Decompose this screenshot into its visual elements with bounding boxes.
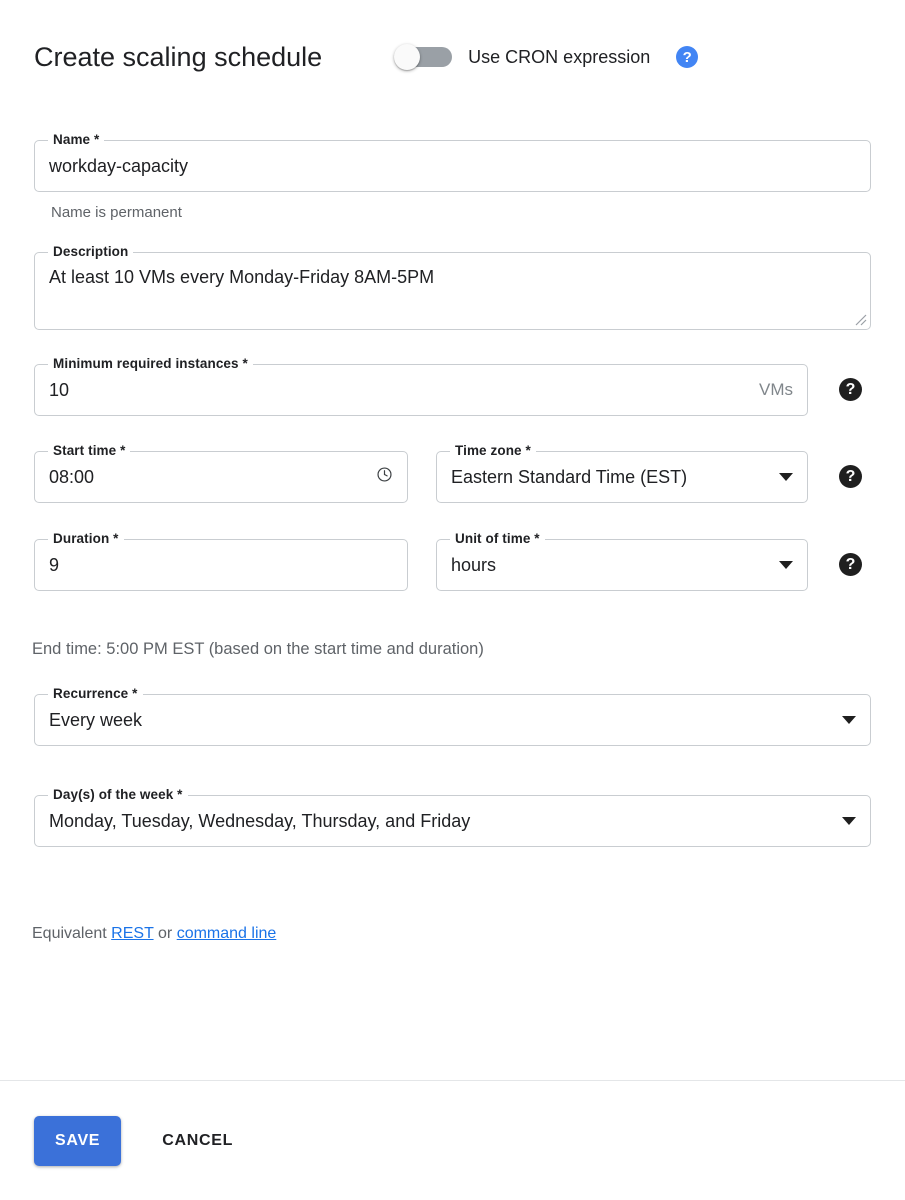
page-title: Create scaling schedule — [34, 42, 323, 72]
minimum-instances-help-icon[interactable]: ? — [839, 378, 862, 401]
clock-icon[interactable] — [376, 466, 393, 488]
chevron-down-icon[interactable] — [842, 817, 856, 825]
days-of-week-field[interactable]: Day(s) of the week * Monday, Tuesday, We… — [34, 787, 871, 847]
equivalent-links: Equivalent REST or command line — [32, 923, 871, 945]
unit-of-time-field[interactable]: Unit of time * hours — [436, 531, 808, 591]
time-zone-select[interactable]: Eastern Standard Time (EST) — [451, 466, 769, 488]
minimum-required-instances-input[interactable]: 10 — [49, 379, 751, 401]
chevron-down-icon[interactable] — [779, 561, 793, 569]
description-input[interactable]: At least 10 VMs every Monday-Friday 8AM-… — [49, 267, 434, 287]
form-body: Name * workday-capacity Name is permanen… — [0, 132, 905, 945]
recurrence-label: Recurrence * — [48, 686, 143, 702]
recurrence-select[interactable]: Every week — [49, 709, 832, 731]
chevron-down-icon[interactable] — [779, 473, 793, 481]
days-of-week-label: Day(s) of the week * — [48, 787, 188, 803]
save-button[interactable]: SAVE — [34, 1115, 122, 1166]
equivalent-prefix: Equivalent — [32, 925, 112, 942]
start-time-field[interactable]: Start time * 08:00 — [34, 443, 408, 503]
use-cron-expression-toggle[interactable] — [394, 44, 453, 70]
dialog-header: Create scaling schedule Use CRON express… — [0, 0, 905, 86]
unit-of-time-label: Unit of time * — [450, 531, 545, 547]
help-circle-icon[interactable]: ? — [676, 46, 699, 68]
name-helper-text: Name is permanent — [51, 204, 182, 221]
minimum-required-instances-suffix: VMs — [759, 380, 793, 399]
toggle-knob — [394, 44, 421, 70]
dialog-footer: SAVE CANCEL — [0, 1080, 905, 1200]
duration-input[interactable]: 9 — [49, 554, 393, 576]
use-cron-expression-label: Use CRON expression — [468, 46, 651, 67]
chevron-down-icon[interactable] — [842, 716, 856, 724]
name-input[interactable]: workday-capacity — [49, 155, 856, 177]
start-time-label: Start time * — [48, 443, 131, 459]
end-time-note: End time: 5:00 PM EST (based on the star… — [32, 640, 484, 658]
cancel-button[interactable]: CANCEL — [146, 1116, 249, 1166]
unit-of-time-select[interactable]: hours — [451, 554, 769, 576]
duration-field[interactable]: Duration * 9 — [34, 531, 408, 591]
textarea-resize-handle[interactable] — [853, 312, 867, 326]
name-field-label: Name * — [48, 132, 105, 148]
duration-label: Duration * — [48, 531, 124, 547]
rest-link[interactable]: REST — [111, 925, 153, 942]
equivalent-separator: or — [153, 925, 177, 942]
time-zone-label: Time zone * — [450, 443, 536, 459]
minimum-required-instances-label: Minimum required instances * — [48, 356, 253, 372]
time-zone-help-icon[interactable]: ? — [839, 465, 862, 488]
days-of-week-select[interactable]: Monday, Tuesday, Wednesday, Thursday, an… — [49, 810, 832, 832]
cron-toggle-group: Use CRON expression ? — [394, 44, 699, 70]
name-field[interactable]: Name * workday-capacity — [34, 132, 871, 192]
command-line-link[interactable]: command line — [177, 925, 277, 942]
recurrence-field[interactable]: Recurrence * Every week — [34, 686, 871, 746]
minimum-required-instances-field[interactable]: Minimum required instances * 10 VMs — [34, 356, 808, 416]
start-time-input[interactable]: 08:00 — [49, 466, 368, 488]
time-zone-field[interactable]: Time zone * Eastern Standard Time (EST) — [436, 443, 808, 503]
create-scaling-schedule-dialog: Create scaling schedule Use CRON express… — [0, 0, 905, 1200]
description-field-label: Description — [48, 244, 134, 260]
description-field[interactable]: Description At least 10 VMs every Monday… — [34, 244, 871, 330]
unit-of-time-help-icon[interactable]: ? — [839, 553, 862, 576]
